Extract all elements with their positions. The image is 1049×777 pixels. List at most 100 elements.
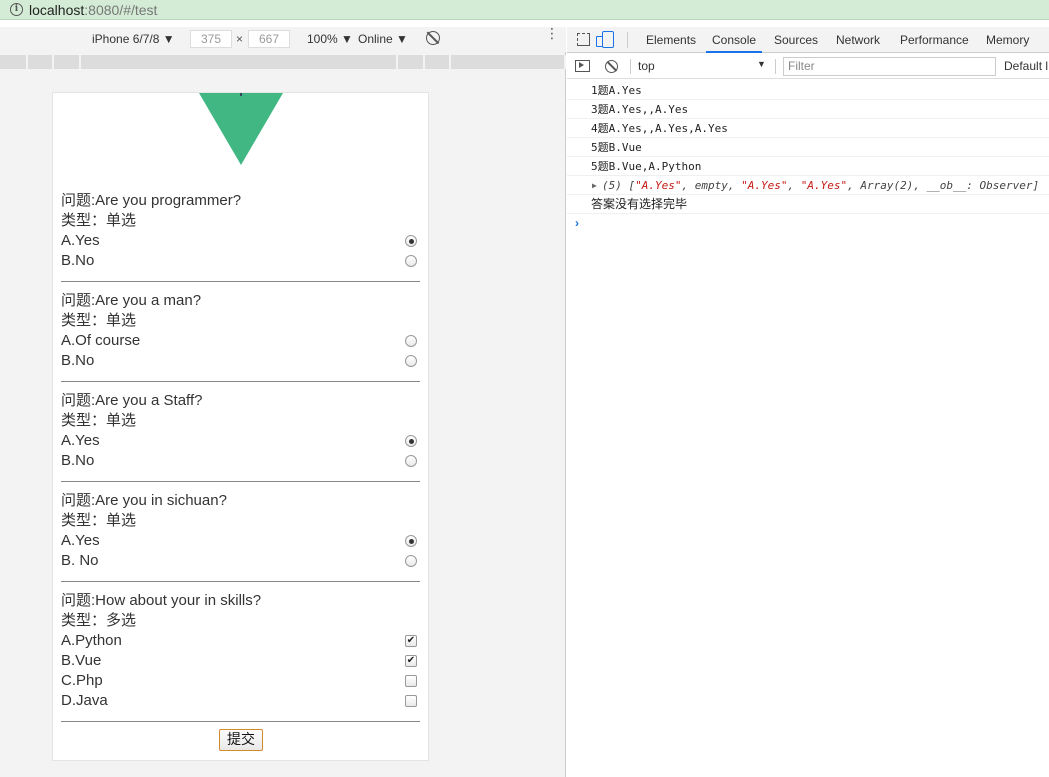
question-title: 问题:How about your in skills? xyxy=(61,592,262,609)
console-message: 1题A.Yes xyxy=(567,81,1049,100)
question-type: 类型：单选 xyxy=(61,512,137,529)
option-label: B.No xyxy=(61,452,95,469)
device-pane: iPhone 6/7/8 ▼ 375 × 667 100% ▼ Online ▼… xyxy=(0,26,566,777)
more-options-icon[interactable]: ⋮ xyxy=(545,26,559,40)
array-log-item: Array(2) xyxy=(860,179,914,192)
chevron-down-icon[interactable]: ▼ xyxy=(757,59,766,69)
array-log-item: "A.Yes" xyxy=(800,179,848,192)
tab-performance[interactable]: Performance xyxy=(900,33,969,47)
option-row[interactable]: A.Yes xyxy=(61,231,420,251)
option-row[interactable]: C.Php xyxy=(61,671,420,691)
info-icon[interactable]: i xyxy=(10,3,23,16)
option-radio[interactable] xyxy=(405,435,417,447)
option-checkbox[interactable]: ✔ xyxy=(405,635,417,647)
option-label: B.No xyxy=(61,352,95,369)
expand-triangle-icon[interactable]: ▶ xyxy=(592,176,597,194)
option-radio[interactable] xyxy=(405,535,417,547)
array-log-item: empty xyxy=(694,179,728,192)
option-row[interactable]: B.Vue ✔ xyxy=(61,651,420,671)
zoom-select[interactable]: 100% ▼ xyxy=(307,32,353,46)
question-title: 问题:Are you programmer? xyxy=(61,192,242,209)
option-radio[interactable] xyxy=(405,335,417,347)
submit-button[interactable]: 提交 xyxy=(219,729,263,751)
console-message: 5题B.Vue xyxy=(567,138,1049,157)
question-divider xyxy=(61,581,420,582)
url-path: :8080/#/test xyxy=(84,1,158,18)
option-row[interactable]: A.Yes xyxy=(61,431,420,451)
option-label: B. No xyxy=(61,552,99,569)
option-checkbox[interactable] xyxy=(405,675,417,687)
question-block: 问题:Are you a Staff? 类型：单选 A.Yes B.No xyxy=(61,391,420,482)
question-block: 问题:How about your in skills? 类型：多选 A.Pytho… xyxy=(61,591,420,722)
console-message: 4题A.Yes,,A.Yes,A.Yes xyxy=(567,119,1049,138)
option-label: B.No xyxy=(61,252,95,269)
question-type: 类型：多选 xyxy=(61,612,137,629)
option-row[interactable]: B.No xyxy=(61,251,420,271)
console-filter-input[interactable]: Filter xyxy=(783,57,996,76)
toolbar-divider xyxy=(630,59,631,74)
network-throttle-select[interactable]: Online ▼ xyxy=(358,32,408,46)
option-checkbox[interactable]: ✔ xyxy=(405,655,417,667)
clear-console-icon[interactable] xyxy=(605,60,618,73)
option-radio[interactable] xyxy=(405,455,417,467)
array-log-prefix: (5) [ xyxy=(602,179,636,192)
device-height-input[interactable]: 667 xyxy=(248,30,290,48)
question-title: 问题:Are you a Staff? xyxy=(61,392,203,409)
option-row[interactable]: B. No xyxy=(61,551,420,571)
rotate-icon[interactable] xyxy=(426,31,440,45)
console-toolbar: top ▼ Filter Default l xyxy=(567,54,1049,79)
tab-network[interactable]: Network xyxy=(836,33,880,47)
console-message: 5题B.Vue,A.Python xyxy=(567,157,1049,176)
question-divider xyxy=(61,481,420,482)
inspect-element-icon[interactable] xyxy=(577,33,590,46)
question-block: 问题:Are you a man? 类型：单选 A.Of course B.No xyxy=(61,291,420,382)
device-select[interactable]: iPhone 6/7/8 ▼ xyxy=(92,32,175,46)
devtools-tabbar: Elements Console Sources Network Perform… xyxy=(567,27,1049,53)
option-row[interactable]: B.No xyxy=(61,451,420,471)
dimension-separator: × xyxy=(236,32,244,46)
option-row[interactable]: D.Java xyxy=(61,691,420,711)
option-row[interactable]: A.Of course xyxy=(61,331,420,351)
question-title: 问题:Are you a man? xyxy=(61,292,202,309)
option-radio[interactable] xyxy=(405,235,417,247)
log-levels-select[interactable]: Default l xyxy=(1004,59,1048,73)
context-select[interactable]: top xyxy=(638,59,655,73)
option-label: C.Php xyxy=(61,672,103,689)
console-sidebar-icon[interactable] xyxy=(575,60,590,72)
tab-elements[interactable]: Elements xyxy=(646,33,696,47)
option-checkbox[interactable] xyxy=(405,695,417,707)
console-prompt[interactable]: › xyxy=(567,214,1049,232)
console-array-log[interactable]: ▶ (5) ["A.Yes", empty, "A.Yes", "A.Yes",… xyxy=(567,176,1049,195)
devtools-panel: Elements Console Sources Network Perform… xyxy=(567,27,1049,777)
array-log-item: "A.Yes" xyxy=(635,179,682,192)
array-log-text: (5) ["A.Yes", empty, "A.Yes", "A.Yes", A… xyxy=(602,179,1040,192)
array-log-item: "A.Yes" xyxy=(741,179,788,192)
option-label: A.Of course xyxy=(61,332,141,349)
option-label: A.Python xyxy=(61,632,122,649)
question-block: 问题:Are you programmer? 类型：单选 A.Yes B.No xyxy=(61,191,420,282)
question-block: 问题:Are you in sichuan? 类型：单选 A.Yes B. No xyxy=(61,491,420,582)
phone-screen: 问题:Are you programmer? 类型：单选 A.Yes B.No 问题:A… xyxy=(52,92,429,761)
option-label: B.Vue xyxy=(61,652,102,669)
vue-logo-mark xyxy=(240,93,242,96)
tab-console[interactable]: Console xyxy=(705,33,763,53)
tab-memory[interactable]: Memory xyxy=(986,33,1029,47)
device-toggle-icon[interactable] xyxy=(596,31,614,48)
address-bar[interactable]: i localhost:8080/#/test xyxy=(0,0,1049,20)
option-row[interactable]: B.No xyxy=(61,351,420,371)
option-radio[interactable] xyxy=(405,355,417,367)
option-label: A.Yes xyxy=(61,532,100,549)
question-type: 类型：单选 xyxy=(61,212,137,229)
option-row[interactable]: A.Yes xyxy=(61,531,420,551)
question-title: 问题:Are you in sichuan? xyxy=(61,492,227,509)
media-query-ruler[interactable] xyxy=(0,55,566,69)
option-row[interactable]: A.Python ✔ xyxy=(61,631,420,651)
tab-sources[interactable]: Sources xyxy=(774,33,818,47)
device-width-input[interactable]: 375 xyxy=(190,30,232,48)
option-label: A.Yes xyxy=(61,232,100,249)
option-radio[interactable] xyxy=(405,555,417,567)
toolbar-divider xyxy=(627,32,628,48)
question-type: 类型：单选 xyxy=(61,312,137,329)
option-radio[interactable] xyxy=(405,255,417,267)
vue-logo xyxy=(199,93,283,165)
